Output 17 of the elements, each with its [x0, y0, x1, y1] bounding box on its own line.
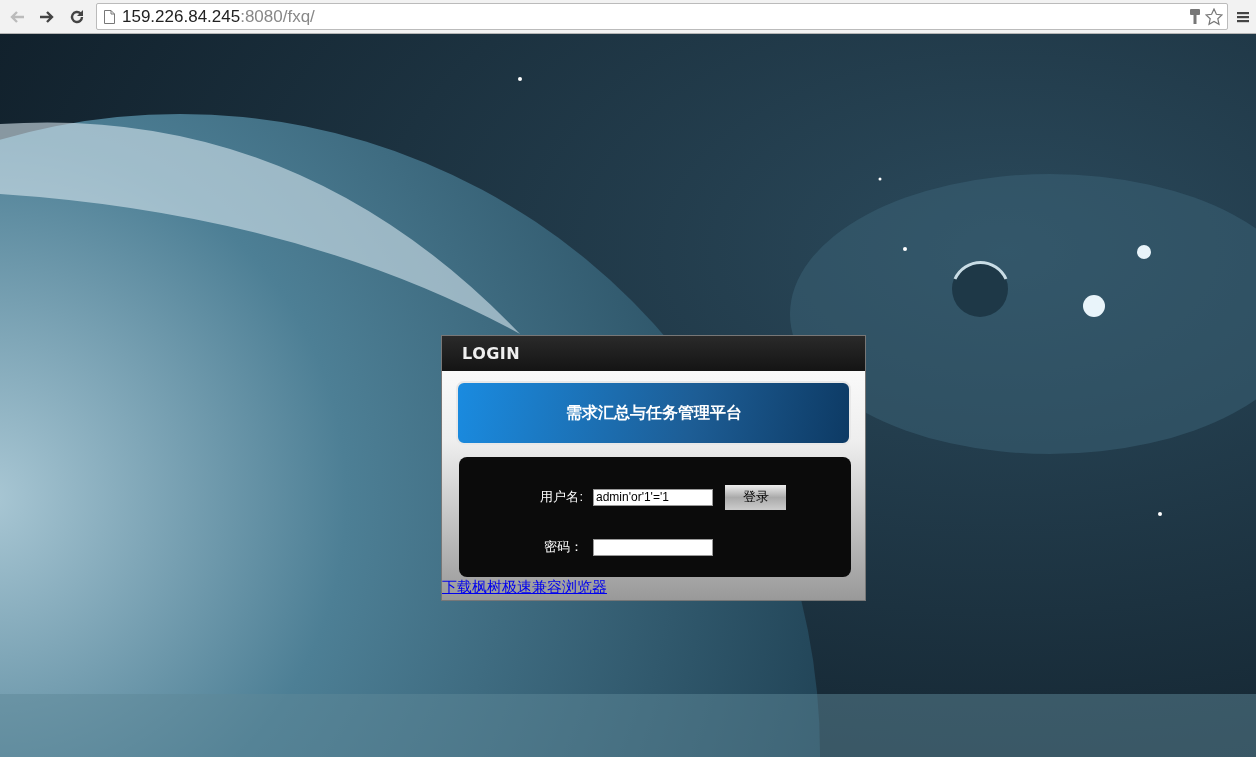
star-icon[interactable]	[1205, 7, 1223, 26]
username-field[interactable]: admin'or'1'='1	[593, 488, 713, 506]
login-heading: LOGIN	[462, 344, 521, 363]
key-icon[interactable]	[1190, 9, 1200, 24]
field-label: 密码：	[543, 538, 583, 556]
url-host: 159.226.84.245	[122, 6, 241, 27]
reload-icon[interactable]	[69, 8, 85, 25]
login-button[interactable]: 登录	[725, 484, 786, 510]
page-icon	[104, 9, 115, 24]
url-path: :8080/fxq/	[240, 6, 315, 27]
menu-icon[interactable]	[1237, 10, 1249, 23]
platform-title: 需求汇总与任务管理平台	[565, 402, 742, 424]
field-label: 用户名:	[539, 488, 583, 506]
password-field[interactable]	[593, 538, 713, 556]
address-bar[interactable]: 159.226.84.245:8080/fxq/	[96, 3, 1228, 30]
download-link[interactable]: 下载枫树极速兼容浏览器	[442, 578, 607, 597]
forward-icon[interactable]	[39, 9, 55, 24]
